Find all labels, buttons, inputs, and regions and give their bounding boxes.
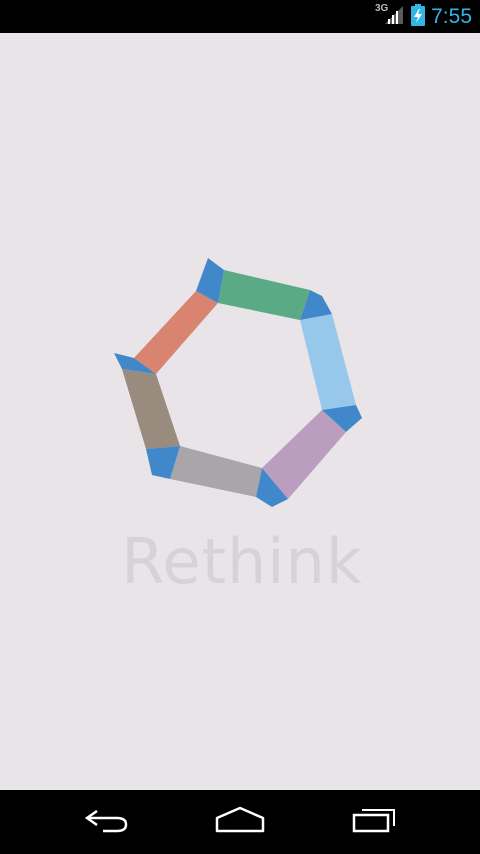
home-button[interactable] bbox=[200, 790, 280, 854]
home-icon bbox=[214, 806, 266, 838]
app-name: Rethink bbox=[121, 525, 363, 598]
status-icons: 7:55 bbox=[383, 0, 472, 33]
back-button[interactable] bbox=[67, 790, 147, 854]
screen: 3G 7:55 Rethink bbox=[0, 0, 480, 854]
logo-segment-lightblue bbox=[300, 314, 356, 410]
logo-segment-gray bbox=[170, 446, 262, 497]
splash-screen: Rethink bbox=[0, 33, 480, 790]
status-bar: 3G 7:55 bbox=[0, 0, 480, 33]
clock: 7:55 bbox=[431, 5, 472, 28]
signal-icon bbox=[383, 4, 405, 30]
heptagon-logo-icon bbox=[114, 258, 362, 507]
recent-apps-button[interactable] bbox=[334, 790, 414, 854]
navigation-bar bbox=[0, 790, 480, 854]
logo-segment-orange bbox=[134, 291, 218, 374]
battery-charging-icon bbox=[411, 3, 426, 30]
recent-apps-icon bbox=[350, 806, 398, 838]
back-icon bbox=[83, 805, 131, 839]
logo-segment-green bbox=[218, 270, 310, 320]
logo-segment-taupe bbox=[122, 369, 180, 449]
